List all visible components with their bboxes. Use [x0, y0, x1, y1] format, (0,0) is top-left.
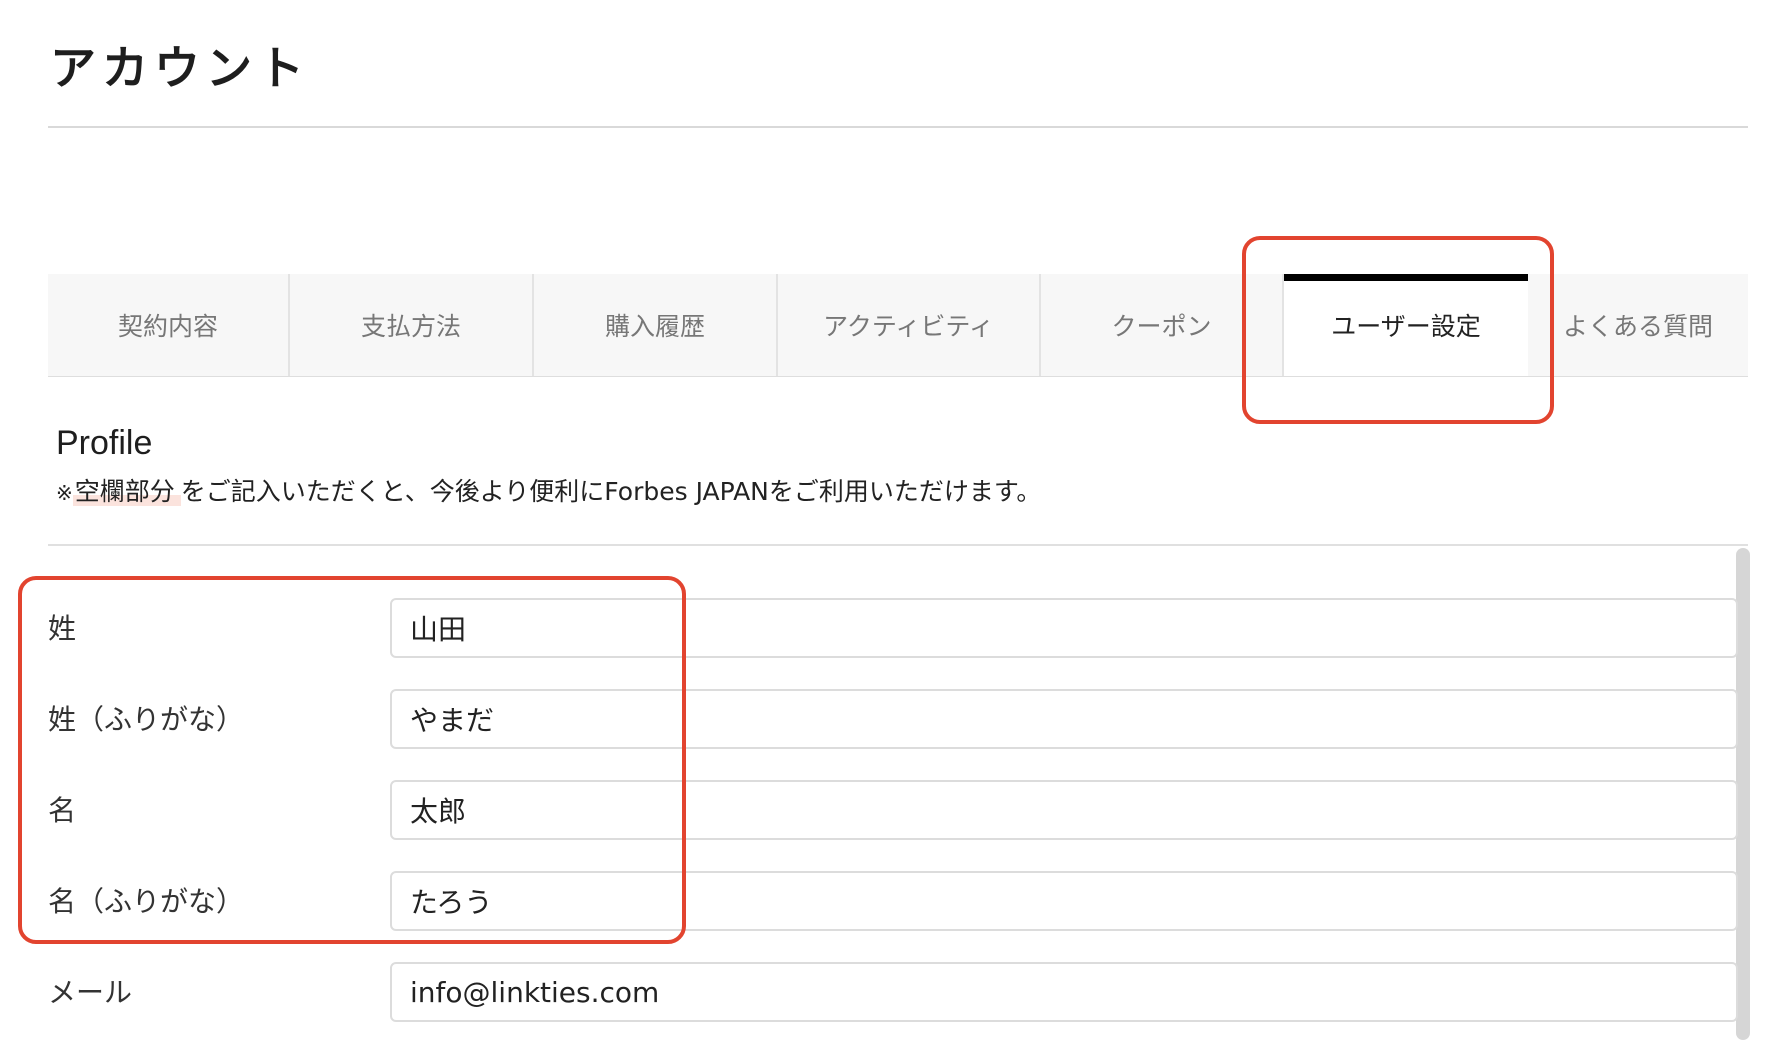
note-text: をご記入いただくと、今後より便利にForbes JAPANをご利用いただけます。 — [180, 477, 1042, 506]
section-divider — [48, 544, 1748, 546]
scrollbar[interactable] — [1736, 548, 1750, 1040]
account-tabs: 契約内容 支払方法 購入履歴 アクティビティ クーポン ユーザー設定 よくある質… — [48, 274, 1748, 377]
form-row-last-name-kana: 姓（ふりがな） — [48, 689, 1738, 751]
page-title: アカウント — [50, 41, 310, 95]
tab-activity[interactable]: アクティビティ — [778, 274, 1041, 376]
email-input[interactable] — [390, 962, 1738, 1022]
tab-purchase-history[interactable]: 購入履歴 — [534, 274, 778, 376]
profile-note: ※空欄部分 をご記入いただくと、今後より便利にForbes JAPANをご利用いた… — [56, 472, 1041, 508]
note-emphasis: 空欄部分 — [72, 477, 181, 506]
tab-faq[interactable]: よくある質問 — [1528, 274, 1748, 376]
first-name-kana-input[interactable] — [390, 871, 1738, 931]
last-name-input[interactable] — [390, 598, 1738, 658]
last-name-label: 姓 — [48, 612, 77, 645]
email-label: メール — [48, 976, 133, 1009]
form-row-first-name-kana: 名（ふりがな） — [48, 871, 1738, 933]
form-row-email: メール — [48, 962, 1738, 1024]
last-name-kana-input[interactable] — [390, 689, 1738, 749]
last-name-kana-label: 姓（ふりがな） — [48, 703, 245, 736]
tab-coupon[interactable]: クーポン — [1041, 274, 1284, 376]
title-divider — [48, 126, 1748, 128]
note-asterisk: ※ — [56, 481, 73, 505]
profile-heading: Profile — [56, 424, 153, 462]
tab-user-settings[interactable]: ユーザー設定 — [1284, 274, 1528, 376]
first-name-kana-label: 名（ふりがな） — [48, 885, 245, 918]
form-row-first-name: 名 — [48, 780, 1738, 842]
tab-contract[interactable]: 契約内容 — [48, 274, 290, 376]
tab-payment-method[interactable]: 支払方法 — [290, 274, 534, 376]
first-name-input[interactable] — [390, 780, 1738, 840]
first-name-label: 名 — [48, 794, 77, 827]
form-row-last-name: 姓 — [48, 598, 1738, 660]
